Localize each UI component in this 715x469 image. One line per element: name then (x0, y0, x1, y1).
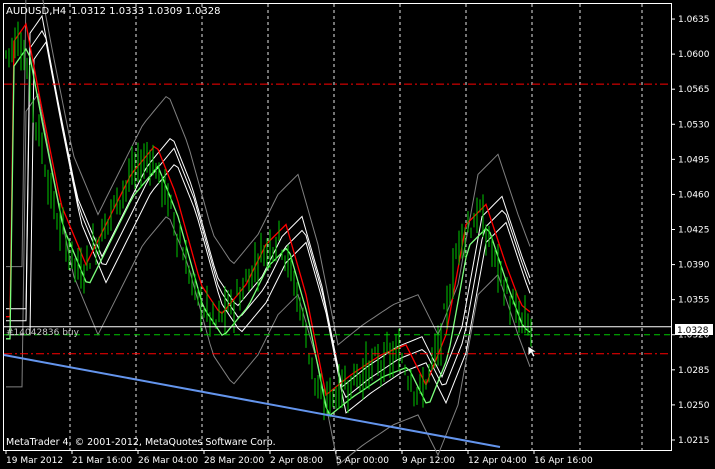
time-tick-label: 5 Apr 00:00 (336, 456, 389, 466)
price-chart[interactable]: 1.0635 1.0600 1.0565 1.0530 1.0495 1.0460 1.04… (0, 0, 715, 469)
price-tick-label: 1.0600 (678, 50, 710, 60)
current-price-tag: 1.0328 (677, 326, 709, 336)
price-tick-label: 1.0565 (678, 85, 710, 95)
price-tick-label: 1.0250 (678, 401, 710, 411)
price-tick-label: 1.0460 (678, 190, 710, 200)
time-tick-label: 2 Apr 08:00 (270, 456, 323, 466)
time-tick-label: 21 Mar 16:00 (72, 456, 132, 466)
price-tick-label: 1.0635 (678, 15, 710, 25)
price-axis: 1.0635 1.0600 1.0565 1.0530 1.0495 1.0460 1.04… (671, 15, 710, 446)
time-tick-label: 16 Apr 16:00 (534, 456, 593, 466)
chart-window[interactable]: 1.0635 1.0600 1.0565 1.0530 1.0495 1.0460 1.04… (0, 0, 715, 469)
chart-frame (3, 3, 672, 451)
price-tick-label: 1.0355 (678, 296, 710, 306)
price-tick-label: 1.0495 (678, 155, 710, 165)
time-axis: 19 Mar 2012 21 Mar 16:00 26 Mar 04:00 28 Ma… (5, 450, 593, 466)
price-tick-label: 1.0530 (678, 120, 710, 130)
time-tick-label: 19 Mar 2012 (6, 456, 63, 466)
order-label[interactable]: #14042836 buy (6, 328, 80, 338)
ohlc-readout: 1.0312 1.0333 1.0309 1.0328 (71, 6, 221, 17)
price-tick-label: 1.0215 (678, 436, 710, 446)
price-tick-label: 1.0390 (678, 261, 710, 271)
price-tick-label: 1.0425 (678, 226, 710, 236)
symbol-label: AUDUSD,H4 (6, 6, 66, 17)
time-tick-label: 28 Mar 20:00 (204, 456, 264, 466)
time-tick-label: 12 Apr 04:00 (468, 456, 527, 466)
time-tick-label: 9 Apr 12:00 (402, 456, 455, 466)
price-levels (3, 83, 671, 448)
time-tick-label: 26 Mar 04:00 (138, 456, 198, 466)
price-tick-label: 1.0285 (678, 366, 710, 376)
copyright-text: MetaTrader 4, © 2001-2012, MetaQuotes So… (6, 437, 276, 448)
